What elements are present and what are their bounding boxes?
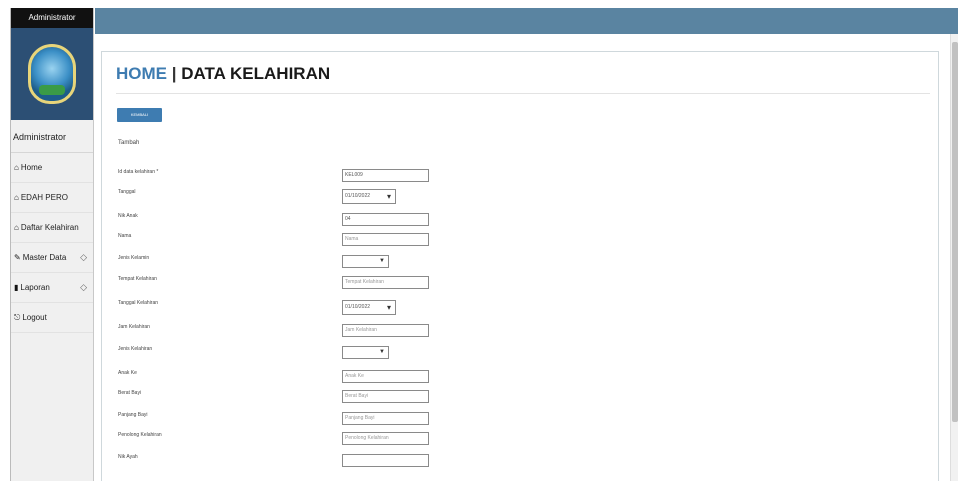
page-title: HOME | DATA KELAHIRAN — [116, 64, 330, 84]
select-dropdown[interactable]: ▼ — [342, 255, 389, 268]
text-input[interactable]: 04 — [342, 213, 429, 226]
text-input[interactable]: Jam Kelahiran — [342, 324, 429, 337]
app-window: Administrator Administrator ⌂ Home ⌂ EDAH P… — [0, 0, 958, 481]
sidebar-item-label: Home — [20, 163, 43, 172]
form-row: Tempat Kelahiran Tempat Kelahiran — [118, 276, 918, 292]
report-icon: ▮ — [14, 283, 19, 292]
sidebar: Administrator Administrator ⌂ Home ⌂ EDAH P… — [10, 8, 94, 481]
sidebar-item-logout[interactable]: ⎋ Logout — [11, 303, 93, 333]
sidebar-item-daftar-kelahiran[interactable]: ⌂ Daftar Kelahiran — [11, 213, 93, 243]
field-label: Nik Anak — [118, 213, 138, 219]
calendar-dropdown-icon[interactable]: ▾ — [387, 190, 391, 203]
field-value: Panjang Bayi — [345, 415, 375, 421]
text-input[interactable]: Panjang Bayi — [342, 412, 429, 425]
field-label: Nik Ayah — [118, 454, 138, 460]
field-value: Berat Bayi — [345, 393, 369, 399]
date-input[interactable]: 01/10/2022 ▾ — [342, 189, 396, 204]
field-value: Penolong Kelahiran — [345, 435, 389, 441]
field-value: Anak Ke — [345, 373, 364, 379]
field-label: Anak Ke — [118, 370, 137, 376]
edit-icon: ✎ — [14, 253, 21, 262]
field-label: Jenis Kelamin — [118, 255, 150, 261]
sidebar-item-label: Daftar Kelahiran — [20, 223, 79, 232]
field-label: Jenis Kelahiran — [118, 346, 153, 352]
title-divider — [116, 93, 930, 94]
field-label: Tanggal — [118, 189, 136, 195]
field-value: Tempat Kelahiran — [345, 279, 384, 285]
field-label: Tempat Kelahiran — [118, 276, 157, 282]
text-input[interactable]: Berat Bayi — [342, 390, 429, 403]
top-bar — [95, 8, 958, 34]
expand-chevron-icon[interactable]: ◇ — [80, 282, 87, 293]
field-label: Penolong Kelahiran — [118, 432, 162, 438]
sidebar-item-label: Master Data — [22, 253, 67, 262]
scrollbar-thumb[interactable] — [952, 42, 958, 422]
form-row: Panjang Bayi Panjang Bayi — [118, 412, 918, 428]
date-input[interactable]: 01/10/2022 ▾ — [342, 300, 396, 315]
field-label: Panjang Bayi — [118, 412, 148, 418]
chevron-down-icon: ▼ — [379, 258, 385, 264]
field-value: KEL009 — [345, 172, 363, 178]
form-row: Anak Ke Anak Ke — [118, 370, 918, 386]
sidebar-item-edah-pero[interactable]: ⌂ EDAH PERO — [11, 183, 93, 213]
field-label: Berat Bayi — [118, 390, 142, 396]
field-value: 04 — [345, 216, 351, 222]
sidebar-item-master-data[interactable]: ✎ Master Data ◇ — [11, 243, 93, 273]
home-icon: ⌂ — [14, 163, 19, 172]
logo-container — [11, 28, 93, 120]
breadcrumb-separator: | — [171, 64, 177, 83]
form-row: Nama Nama — [118, 233, 918, 249]
field-value: 01/10/2022 — [345, 304, 371, 310]
sidebar-user-label: Administrator — [11, 120, 93, 153]
text-input[interactable]: Tempat Kelahiran — [342, 276, 429, 289]
sidebar-item-label: EDAH PERO — [20, 193, 68, 202]
form-row: Id data kelahiran * KEL009 — [118, 169, 918, 185]
field-label: Tanggal Kelahiran — [118, 300, 159, 306]
form-row: Jenis Kelamin ▼ — [118, 255, 918, 271]
form-row: Jam Kelahiran Jam Kelahiran — [118, 324, 918, 340]
breadcrumb-home[interactable]: HOME — [116, 64, 167, 83]
form-row: Jenis Kelahiran ▼ — [118, 346, 918, 362]
main-panel: HOME | DATA KELAHIRAN KEMBALI Tambah Id … — [101, 51, 939, 481]
text-input[interactable]: KEL009 — [342, 169, 429, 182]
calendar-dropdown-icon[interactable]: ▾ — [387, 301, 391, 314]
logout-icon: ⎋ — [14, 312, 21, 322]
sidebar-item-label: Logout — [22, 313, 47, 322]
form-row: Penolong Kelahiran Penolong Kelahiran — [118, 432, 918, 448]
sidebar-nav: ⌂ Home ⌂ EDAH PERO ⌂ Daftar Kelahiran ✎ Master … — [11, 153, 93, 333]
back-button[interactable]: KEMBALI — [117, 108, 162, 122]
sidebar-item-label: Laporan — [20, 283, 50, 292]
form-row: Nik Ayah — [118, 454, 918, 470]
page-scrollbar[interactable] — [950, 34, 958, 481]
field-label: Jam Kelahiran — [118, 324, 150, 330]
text-input[interactable] — [342, 454, 429, 467]
form-row: Tanggal Kelahiran 01/10/2022 ▾ — [118, 300, 918, 316]
form-row: Tanggal 01/10/2022 ▾ — [118, 189, 918, 205]
text-input[interactable]: Anak Ke — [342, 370, 429, 383]
field-label: Nama — [118, 233, 132, 239]
form-row: Nik Anak 04 — [118, 213, 918, 229]
form-heading: Tambah — [118, 140, 140, 146]
field-value: Jam Kelahiran — [345, 327, 377, 333]
expand-chevron-icon[interactable]: ◇ — [80, 252, 87, 263]
chevron-down-icon: ▼ — [379, 349, 385, 355]
home-icon: ⌂ — [14, 193, 19, 202]
form-row: Berat Bayi Berat Bayi — [118, 390, 918, 406]
text-input[interactable]: Penolong Kelahiran — [342, 432, 429, 445]
sidebar-app-title: Administrator — [11, 8, 93, 28]
regency-logo — [28, 44, 76, 104]
field-value: 01/10/2022 — [345, 193, 371, 199]
select-dropdown[interactable]: ▼ — [342, 346, 389, 359]
breadcrumb-current: DATA KELAHIRAN — [181, 64, 331, 83]
top-gap — [0, 0, 958, 6]
field-label: Id data kelahiran * — [118, 169, 159, 175]
home-icon: ⌂ — [14, 223, 19, 232]
sidebar-item-home[interactable]: ⌂ Home — [11, 153, 93, 183]
text-input[interactable]: Nama — [342, 233, 429, 246]
field-value: Nama — [345, 236, 359, 242]
sidebar-item-laporan[interactable]: ▮ Laporan ◇ — [11, 273, 93, 303]
